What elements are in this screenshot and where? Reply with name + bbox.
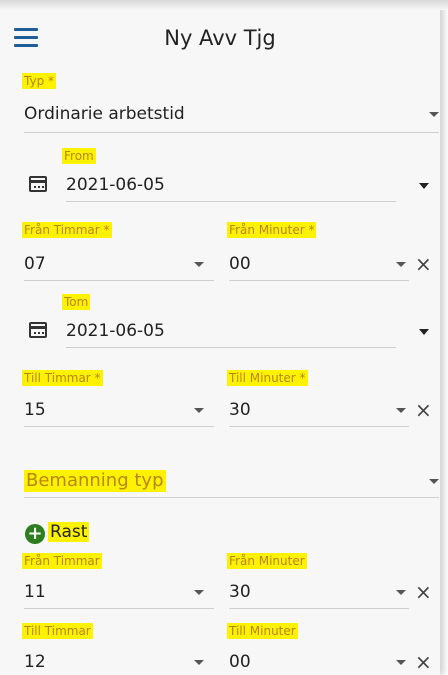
from-date-picker[interactable]: 2021-06-05 xyxy=(66,168,438,202)
typ-dropdown-caret-icon xyxy=(429,112,439,117)
tom-underline xyxy=(66,347,396,348)
bemanning-typ-placeholder: Bemanning typ xyxy=(24,470,166,492)
from-dropdown-caret-icon xyxy=(419,183,429,189)
clear-from-time-icon[interactable]: × xyxy=(415,254,432,274)
rast-to-hour-caret-icon xyxy=(194,660,204,665)
to-hour-caret-icon xyxy=(194,408,204,413)
page-title: Ny Avv Tjg xyxy=(164,26,276,50)
rast-from-hour-caret-icon xyxy=(194,590,204,595)
from-label: From xyxy=(62,148,96,164)
tom-dropdown-caret-icon xyxy=(419,329,429,335)
clear-rast-to-icon[interactable]: × xyxy=(415,652,432,672)
tom-label: Tom xyxy=(62,294,91,310)
rast-from-minute-select[interactable]: 30 xyxy=(229,572,409,608)
from-hour-label: Från Timmar * xyxy=(22,222,112,238)
rast-from-hour-select[interactable]: 11 xyxy=(24,572,214,608)
top-shadow xyxy=(0,0,448,10)
app-header: Ny Avv Tjg xyxy=(0,18,440,58)
to-hour-select[interactable]: 15 xyxy=(24,390,214,426)
to-hour-underline xyxy=(24,426,214,427)
from-minute-select[interactable]: 00 xyxy=(229,244,409,280)
from-underline xyxy=(66,201,396,202)
rast-to-minute-caret-icon xyxy=(396,660,406,665)
clear-to-time-icon[interactable]: × xyxy=(415,400,432,420)
rast-to-hour-value: 12 xyxy=(24,652,46,672)
rast-from-hour-value: 11 xyxy=(24,582,46,602)
typ-underline xyxy=(24,132,439,133)
to-minute-caret-icon xyxy=(396,408,406,413)
typ-value: Ordinarie arbetstid xyxy=(24,104,185,124)
from-hour-caret-icon xyxy=(194,262,204,267)
calendar-icon[interactable] xyxy=(29,176,47,192)
from-minute-caret-icon xyxy=(396,262,406,267)
to-minute-value: 30 xyxy=(229,400,251,420)
bemanning-caret-icon xyxy=(429,479,439,484)
tom-date-value: 2021-06-05 xyxy=(66,321,165,341)
rast-to-minute-value: 00 xyxy=(229,652,251,672)
bemanning-typ-select[interactable]: Bemanning typ xyxy=(24,466,439,498)
rast-to-minute-label: Till Minuter xyxy=(227,623,298,639)
rast-to-minute-select[interactable]: 00 xyxy=(229,642,409,675)
bemanning-underline xyxy=(24,497,439,498)
from-minute-label: Från Minuter * xyxy=(227,222,317,238)
from-minute-underline xyxy=(229,280,409,281)
rast-to-hour-select[interactable]: 12 xyxy=(24,642,214,675)
to-minute-select[interactable]: 30 xyxy=(229,390,409,426)
from-hour-value: 07 xyxy=(24,254,46,274)
to-hour-label: Till Timmar * xyxy=(22,370,103,386)
rast-from-hour-label: Från Timmar xyxy=(22,553,102,569)
from-minute-value: 00 xyxy=(229,254,251,274)
from-hour-select[interactable]: 07 xyxy=(24,244,214,280)
clear-rast-from-icon[interactable]: × xyxy=(415,582,432,602)
rast-to-hour-label: Till Timmar xyxy=(22,623,93,639)
to-minute-label: Till Minuter * xyxy=(227,370,308,386)
rast-from-hour-underline xyxy=(24,608,214,609)
to-hour-value: 15 xyxy=(24,400,46,420)
rast-from-minute-underline xyxy=(229,608,409,609)
typ-select[interactable]: Ordinarie arbetstid xyxy=(24,93,439,133)
rast-from-minute-value: 30 xyxy=(229,582,251,602)
from-hour-underline xyxy=(24,280,214,281)
calendar-icon[interactable] xyxy=(29,322,47,338)
typ-label: Typ * xyxy=(22,73,56,89)
to-minute-underline xyxy=(229,426,409,427)
rast-from-minute-label: Från Minuter xyxy=(227,553,307,569)
from-date-value: 2021-06-05 xyxy=(66,175,165,195)
rast-heading[interactable]: Rast xyxy=(48,522,90,542)
rast-from-minute-caret-icon xyxy=(396,590,406,595)
app-frame: Ny Avv Tjg Typ * Ordinarie arbetstid Fro… xyxy=(0,0,448,675)
add-rast-icon[interactable]: + xyxy=(25,524,45,544)
tom-date-picker[interactable]: 2021-06-05 xyxy=(66,314,438,348)
